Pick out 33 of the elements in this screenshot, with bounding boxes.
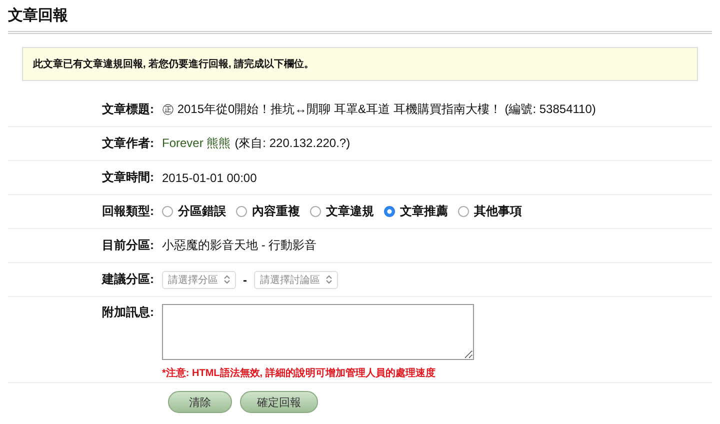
separator-dash: -: [243, 272, 247, 286]
updown-icon: [326, 275, 332, 284]
radio-label[interactable]: 文章推薦: [400, 203, 448, 220]
form-button[interactable]: 確定回報: [240, 391, 318, 413]
field-label: 回報類型:: [101, 203, 155, 220]
dropdown[interactable]: 請選擇分區: [162, 270, 236, 288]
author-ip: (來自: 220.132.220.?): [234, 135, 350, 152]
field-label: 文章時間:: [101, 169, 155, 186]
radio-button[interactable]: [162, 206, 173, 217]
form-button[interactable]: 清除: [168, 391, 232, 413]
radio-button[interactable]: [384, 206, 395, 217]
field-label: 目前分區:: [101, 237, 155, 254]
field-label: 文章標題:: [101, 101, 155, 118]
radio-label[interactable]: 其他事項: [474, 203, 522, 220]
notice-banner: 此文章已有文章違規回報, 若您仍要進行回報, 請完成以下欄位。: [22, 47, 698, 81]
field-label: 建議分區:: [100, 271, 155, 288]
page-title: 文章回報: [8, 0, 712, 34]
field-label: 附加訊息:: [101, 304, 155, 321]
dropdown[interactable]: 請選擇討論區: [254, 270, 338, 288]
message-field[interactable]: [162, 304, 474, 360]
updown-icon: [224, 275, 230, 284]
field-label: 文章作者:: [101, 135, 155, 152]
radio-button[interactable]: [310, 206, 321, 217]
field-value: ㊣ 2015年從0開始！推坑↔閒聊 耳罩&耳道 耳機購買指南大樓！ (編號: 53854110): [162, 101, 596, 118]
radio-button[interactable]: [458, 206, 469, 217]
author-link[interactable]: Forever 熊熊: [162, 135, 231, 152]
radio-label[interactable]: 分區錯誤: [178, 203, 226, 220]
radio-label[interactable]: 文章違規: [326, 203, 374, 220]
radio-label[interactable]: 內容重複: [252, 203, 300, 220]
field-value: 小惡魔的影音天地 - 行動影音: [162, 237, 317, 254]
radio-button[interactable]: [236, 206, 247, 217]
field-value: 2015-01-01 00:00: [162, 170, 257, 184]
warning-note: *注意: HTML語法無效, 詳細的說明可增加管理人員的處理速度: [162, 366, 436, 380]
